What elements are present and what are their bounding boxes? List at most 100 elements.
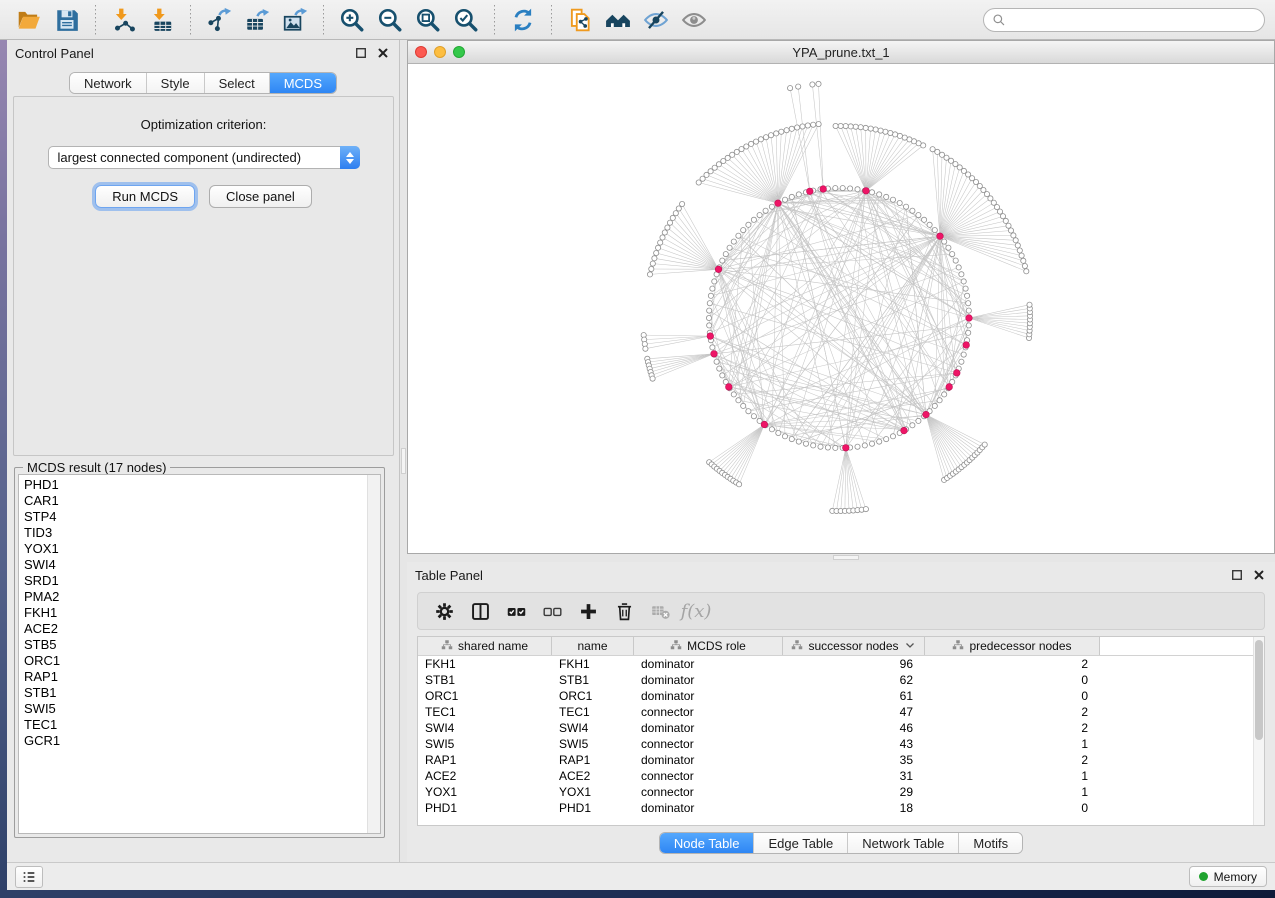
table-row[interactable]: YOX1YOX1connector291 — [418, 784, 1264, 800]
cell-name: ACE2 — [552, 769, 634, 783]
zoom-out-icon[interactable] — [373, 4, 407, 36]
cell-predecessor-nodes: 1 — [925, 737, 1100, 751]
optimization-criterion-select[interactable]: largest connected component (undirected) — [48, 146, 360, 169]
mcds-result-item[interactable]: SRD1 — [24, 573, 367, 589]
tree-icon — [791, 639, 803, 654]
select-all-icon[interactable] — [500, 596, 532, 626]
task-history-button[interactable] — [15, 866, 43, 888]
import-network-icon[interactable] — [107, 4, 141, 36]
cell-successor-nodes: 29 — [783, 785, 925, 799]
mcds-result-list[interactable]: PHD1CAR1STP4TID3YOX1SWI4SRD1PMA2FKH1ACE2… — [18, 474, 381, 834]
mcds-result-item[interactable]: RAP1 — [24, 669, 367, 685]
cell-successor-nodes: 96 — [783, 657, 925, 671]
cell-predecessor-nodes: 2 — [925, 721, 1100, 735]
export-image-icon[interactable] — [278, 4, 312, 36]
cell-successor-nodes: 61 — [783, 689, 925, 703]
mcds-result-item[interactable]: CAR1 — [24, 493, 367, 509]
table-row[interactable]: TEC1TEC1connector472 — [418, 704, 1264, 720]
deselect-all-icon[interactable] — [536, 596, 568, 626]
mcds-result-item[interactable]: STB5 — [24, 637, 367, 653]
column-header-MCDS-role[interactable]: MCDS role — [634, 637, 783, 655]
maximize-window-icon[interactable] — [453, 46, 465, 58]
zoom-selected-icon[interactable] — [449, 4, 483, 36]
mcds-list-scrollbar[interactable] — [367, 475, 380, 833]
memory-button[interactable]: Memory — [1189, 866, 1267, 887]
search-input[interactable] — [1012, 13, 1256, 27]
tab-motifs[interactable]: Motifs — [959, 833, 1022, 853]
cell-successor-nodes: 18 — [783, 801, 925, 815]
open-session-icon[interactable] — [12, 4, 46, 36]
table-scrollbar[interactable] — [1253, 637, 1264, 825]
table-row[interactable]: STB1STB1dominator620 — [418, 672, 1264, 688]
float-table-panel-icon[interactable] — [1229, 567, 1245, 583]
cell-predecessor-nodes: 2 — [925, 753, 1100, 767]
column-header-shared-name[interactable]: shared name — [418, 637, 552, 655]
mcds-result-item[interactable]: FKH1 — [24, 605, 367, 621]
tab-edge-table[interactable]: Edge Table — [754, 833, 848, 853]
mcds-result-item[interactable]: TEC1 — [24, 717, 367, 733]
trash-icon[interactable] — [608, 596, 640, 626]
mcds-result-item[interactable]: YOX1 — [24, 541, 367, 557]
mcds-result-item[interactable]: SWI4 — [24, 557, 367, 573]
run-mcds-button[interactable]: Run MCDS — [95, 185, 195, 208]
document-share-icon[interactable] — [563, 4, 597, 36]
cell-shared-name: STB1 — [418, 673, 552, 687]
cell-shared-name: SWI5 — [418, 737, 552, 751]
tab-mcds[interactable]: MCDS — [270, 73, 336, 93]
mcds-result-item[interactable]: TID3 — [24, 525, 367, 541]
vertical-splitter[interactable] — [400, 40, 407, 862]
export-network-icon[interactable] — [202, 4, 236, 36]
table-row[interactable]: ACE2ACE2connector311 — [418, 768, 1264, 784]
table-row[interactable]: RAP1RAP1dominator352 — [418, 752, 1264, 768]
table-row[interactable]: ORC1ORC1dominator610 — [418, 688, 1264, 704]
table-row[interactable]: SWI4SWI4dominator462 — [418, 720, 1264, 736]
plus-icon[interactable] — [572, 596, 604, 626]
mcds-result-item[interactable]: STB1 — [24, 685, 367, 701]
network-view[interactable] — [408, 64, 1274, 553]
mcds-result-item[interactable]: SWI5 — [24, 701, 367, 717]
mcds-result-item[interactable]: PHD1 — [24, 477, 367, 493]
import-table-icon[interactable] — [145, 4, 179, 36]
column-header-successor-nodes[interactable]: successor nodes — [783, 637, 925, 655]
eye-slash-icon[interactable] — [639, 4, 673, 36]
zoom-fit-icon[interactable] — [411, 4, 445, 36]
zoom-in-icon[interactable] — [335, 4, 369, 36]
tab-select[interactable]: Select — [205, 73, 270, 93]
function-icon: f(x) — [680, 596, 712, 626]
tab-style[interactable]: Style — [147, 73, 205, 93]
close-panel-icon[interactable] — [375, 45, 391, 61]
cell-shared-name: TEC1 — [418, 705, 552, 719]
eye-icon[interactable] — [677, 4, 711, 36]
column-header-name[interactable]: name — [552, 637, 634, 655]
houses-icon[interactable] — [601, 4, 635, 36]
mcds-tab-content: Optimization criterion: largest connecte… — [13, 96, 394, 456]
table-row[interactable]: PHD1PHD1dominator180 — [418, 800, 1264, 816]
cell-MCDS-role: dominator — [634, 721, 783, 735]
tab-node-table[interactable]: Node Table — [660, 833, 755, 853]
mcds-result-item[interactable]: GCR1 — [24, 733, 367, 749]
cell-successor-nodes: 35 — [783, 753, 925, 767]
horizontal-splitter[interactable] — [407, 554, 1275, 562]
minimize-window-icon[interactable] — [434, 46, 446, 58]
mcds-result-item[interactable]: STP4 — [24, 509, 367, 525]
mcds-result-item[interactable]: ORC1 — [24, 653, 367, 669]
apply-layout-icon[interactable] — [506, 4, 540, 36]
close-panel-button[interactable]: Close panel — [209, 185, 312, 208]
tab-network[interactable]: Network — [70, 73, 147, 93]
memory-status-icon — [1199, 872, 1208, 881]
close-window-icon[interactable] — [415, 46, 427, 58]
search-box[interactable] — [983, 8, 1265, 32]
float-panel-icon[interactable] — [353, 45, 369, 61]
mcds-result-item[interactable]: ACE2 — [24, 621, 367, 637]
export-table-icon[interactable] — [240, 4, 274, 36]
table-row[interactable]: FKH1FKH1dominator962 — [418, 656, 1264, 672]
gear-icon[interactable] — [428, 596, 460, 626]
close-table-panel-icon[interactable] — [1251, 567, 1267, 583]
column-header-predecessor-nodes[interactable]: predecessor nodes — [925, 637, 1100, 655]
columns-icon[interactable] — [464, 596, 496, 626]
table-row[interactable]: SWI5SWI5connector431 — [418, 736, 1264, 752]
save-session-icon[interactable] — [50, 4, 84, 36]
cell-MCDS-role: dominator — [634, 657, 783, 671]
tab-network-table[interactable]: Network Table — [848, 833, 959, 853]
mcds-result-item[interactable]: PMA2 — [24, 589, 367, 605]
